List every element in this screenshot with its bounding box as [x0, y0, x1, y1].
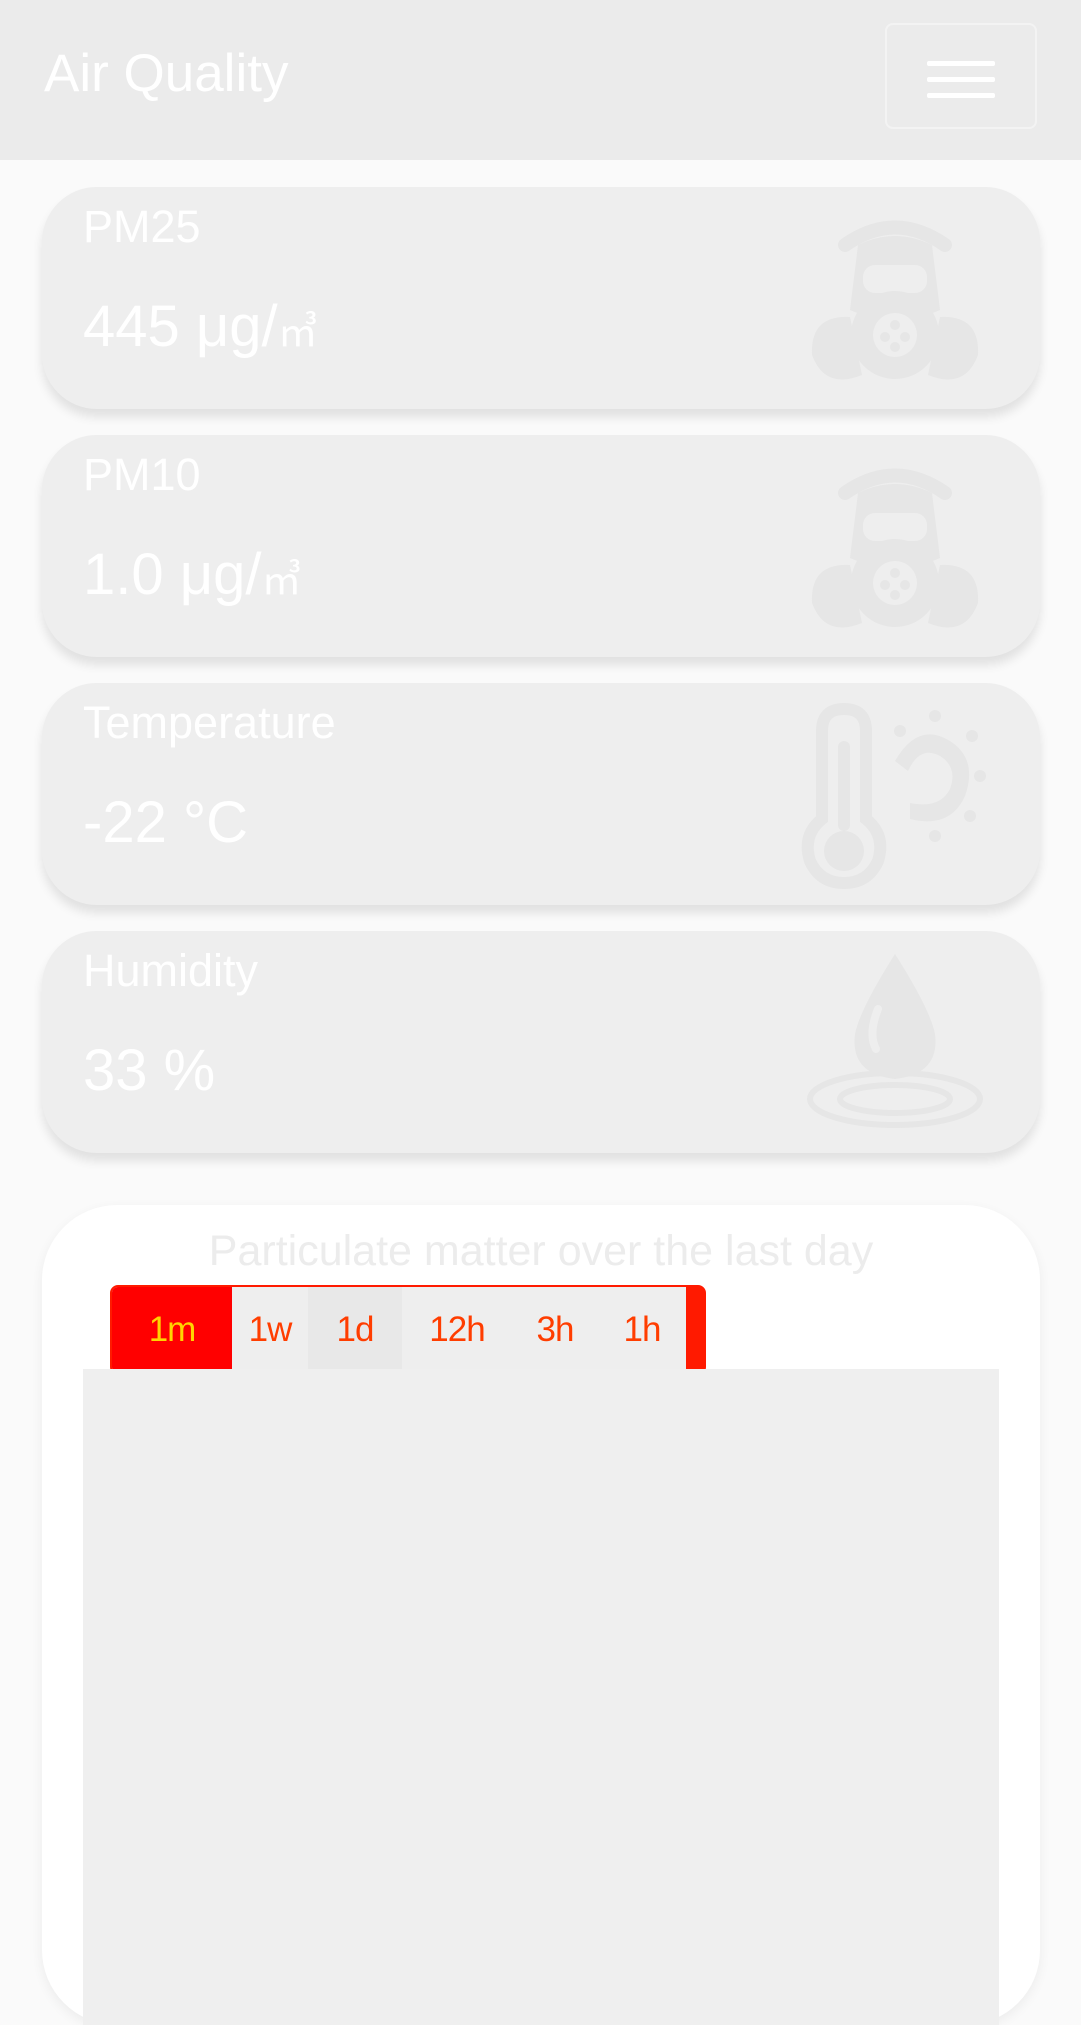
chart-card: Particulate matter over the last day 1m … [42, 1205, 1040, 2025]
range-button-1d[interactable]: 1d [308, 1287, 402, 1373]
thermometer-sun-icon [801, 702, 986, 890]
humidity-card: Humidity 33 % [42, 931, 1040, 1153]
range-button-1w[interactable]: 1w [232, 1287, 308, 1373]
pm10-card: PM10 1.0 μg/㎥ [42, 435, 1040, 657]
gas-mask-icon [811, 468, 979, 628]
chart-plot-area[interactable] [83, 1369, 999, 2025]
card-label: Temperature [83, 697, 336, 748]
range-button-3h[interactable]: 3h [512, 1287, 598, 1373]
range-button-1h[interactable]: 1h [598, 1287, 686, 1373]
range-button-12h[interactable]: 12h [402, 1287, 512, 1373]
card-value: 33 % [83, 1038, 216, 1103]
card-value: 445 μg/㎥ [83, 294, 318, 359]
navbar: Air Quality [0, 0, 1081, 160]
gas-mask-icon [811, 220, 979, 380]
water-drop-icon [807, 954, 983, 1128]
unit-suffix: ㎥ [277, 311, 318, 355]
card-label: Humidity [83, 945, 259, 996]
unit-suffix: ㎥ [261, 559, 302, 603]
menu-toggle-button[interactable] [885, 23, 1037, 129]
range-button-1m[interactable]: 1m [112, 1287, 232, 1373]
pm25-card: PM25 445 μg/㎥ [42, 187, 1040, 409]
card-value: 1.0 μg/㎥ [83, 542, 302, 607]
chart-title: Particulate matter over the last day [208, 1227, 874, 1275]
card-label: PM10 [83, 449, 201, 500]
range-selector: 1m 1w 1d 12h 3h 1h [110, 1285, 706, 1375]
app-brand[interactable]: Air Quality [44, 44, 288, 104]
temperature-card: Temperature -22 °C [42, 683, 1040, 905]
card-label: PM25 [83, 201, 201, 252]
card-value: -22 °C [83, 790, 249, 855]
